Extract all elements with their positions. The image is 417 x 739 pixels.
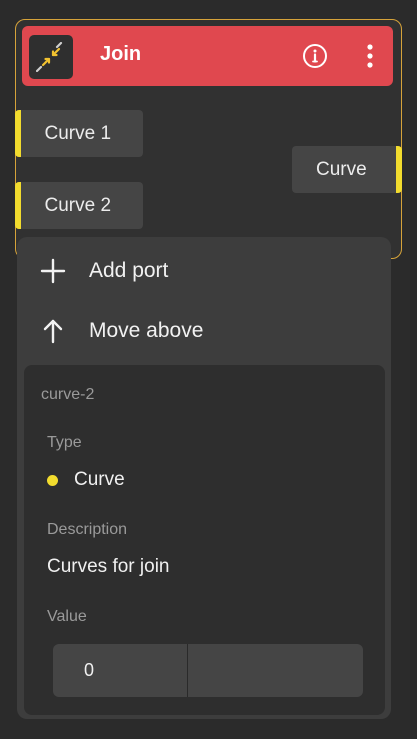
port-label: Curve 1 xyxy=(44,122,112,144)
more-options-icon[interactable] xyxy=(361,41,379,71)
value-input-field[interactable]: 0 xyxy=(53,644,363,697)
value-input[interactable]: 0 xyxy=(53,644,188,697)
add-port-menu-item[interactable]: Add port xyxy=(17,243,391,299)
port-label: Curve 2 xyxy=(44,194,112,216)
value-input-secondary[interactable] xyxy=(189,644,363,697)
port-id: curve-2 xyxy=(41,386,95,403)
arrow-up-icon xyxy=(39,317,67,345)
node-title: Join xyxy=(100,43,142,65)
menu-item-label: Move above xyxy=(89,319,204,342)
type-value: Curve xyxy=(74,469,125,490)
menu-item-label: Add port xyxy=(89,259,169,282)
type-label: Type xyxy=(47,434,82,451)
port-label: Curve xyxy=(316,158,367,180)
move-above-menu-item[interactable]: Move above xyxy=(17,303,391,359)
port-context-menu: Add port Move above curve-2 Type Curve D… xyxy=(17,237,391,719)
join-node[interactable]: Join Curve 1 Curve 2 Curve xyxy=(14,19,402,259)
description-label: Description xyxy=(47,521,128,538)
node-header[interactable]: Join xyxy=(22,26,393,86)
input-port-curve-2[interactable]: Curve 2 xyxy=(14,182,143,229)
type-value-row: Curve xyxy=(47,469,125,491)
description-value: Curves for join xyxy=(47,556,170,577)
join-arrows-icon xyxy=(29,35,73,79)
input-port-curve-1[interactable]: Curve 1 xyxy=(14,110,143,157)
port-details-panel: curve-2 Type Curve Description Curves fo… xyxy=(24,365,385,715)
plus-icon xyxy=(39,257,67,285)
output-port-curve[interactable]: Curve xyxy=(292,146,402,193)
value-label: Value xyxy=(47,608,87,625)
type-color-dot xyxy=(47,474,58,486)
info-icon[interactable] xyxy=(302,43,328,69)
